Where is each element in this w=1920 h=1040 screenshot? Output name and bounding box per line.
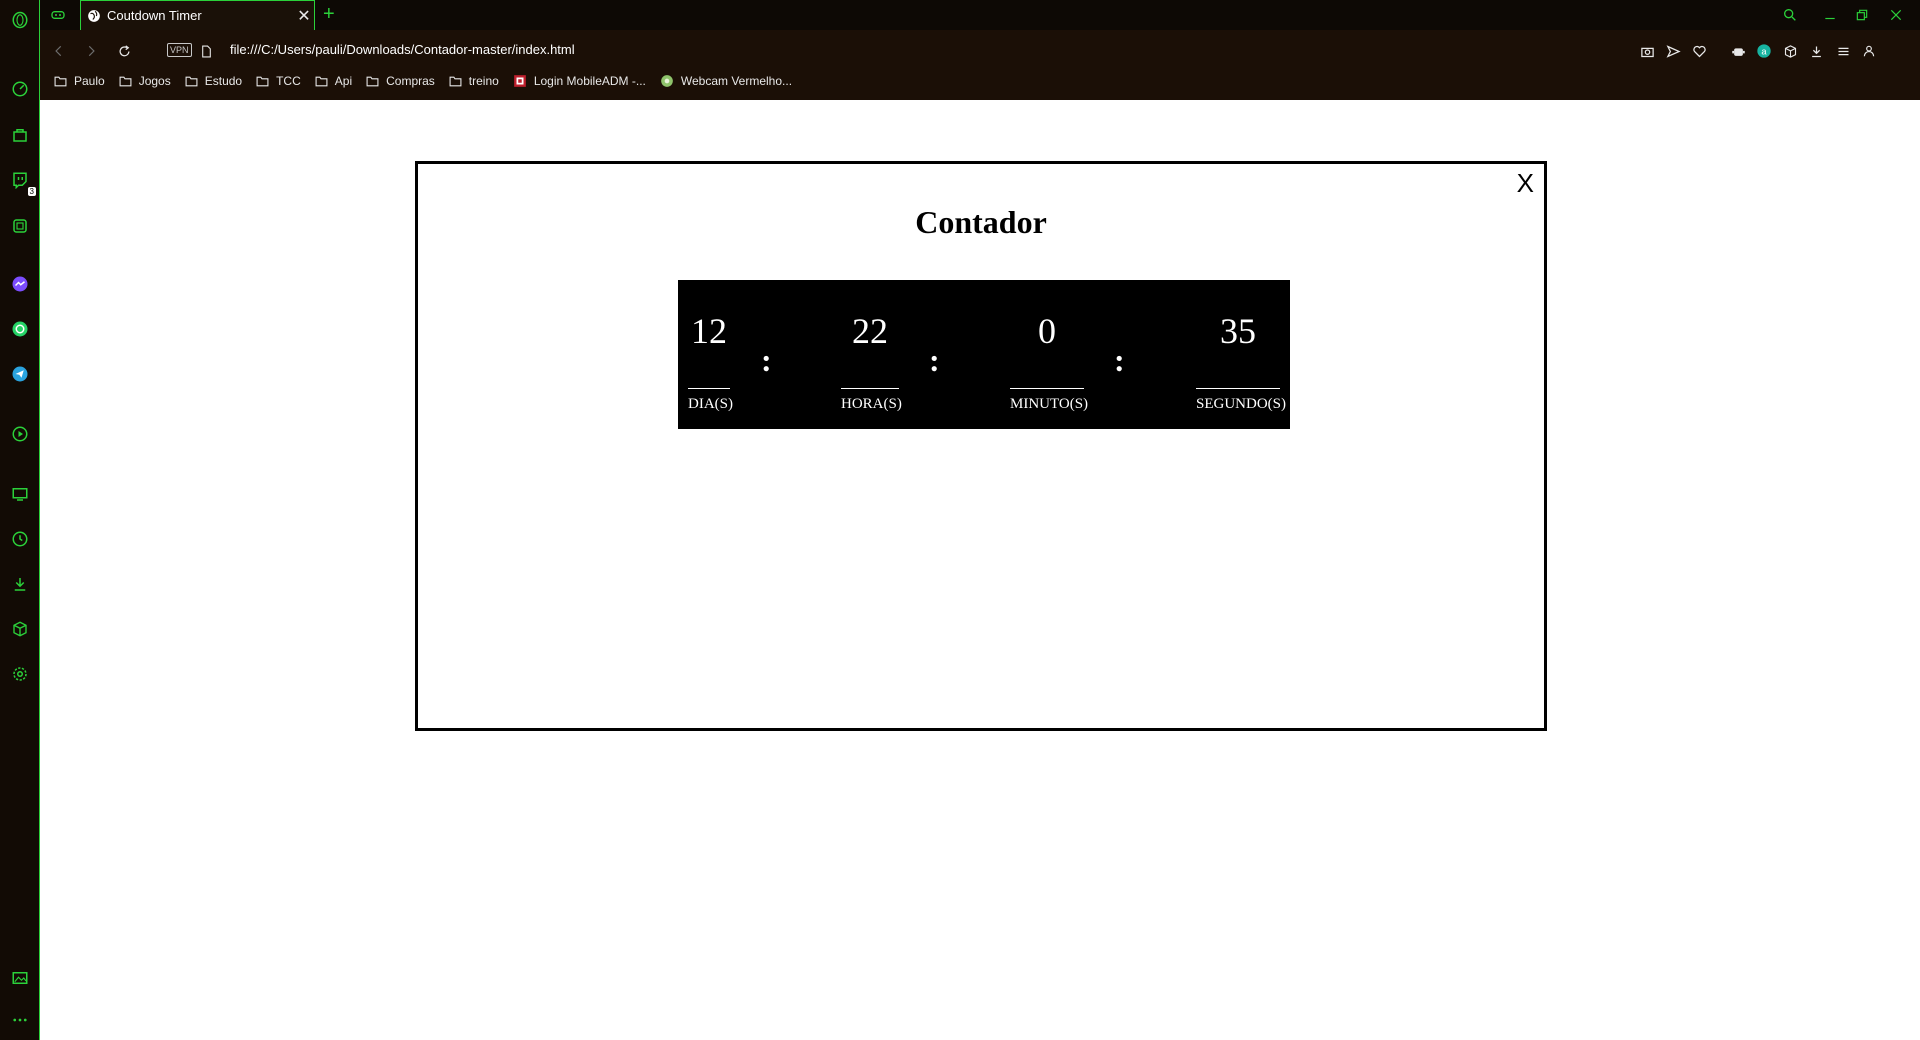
reload-button[interactable] (113, 40, 135, 62)
seconds-label: SEGUNDO(S) (1196, 396, 1286, 412)
tab-bar: Coutdown Timer ✕ + (40, 0, 1920, 30)
forward-button[interactable] (80, 40, 102, 62)
send-icon[interactable] (1662, 40, 1684, 62)
timer-separator: : (1114, 342, 1125, 378)
settings-icon[interactable] (8, 662, 32, 686)
tab-countdown-timer[interactable]: Coutdown Timer ✕ (80, 0, 315, 30)
extension-robot-icon[interactable] (1727, 40, 1749, 62)
downloads-icon[interactable] (8, 572, 32, 596)
bookmark-label: Webcam Vermelho... (680, 74, 793, 88)
bookmarks-bar: Paulo Jogos Estudo TCC Api Compras trein… (54, 74, 806, 88)
timer-hours: 22 HORA(S) (841, 280, 902, 429)
minutes-divider (1010, 388, 1084, 389)
bookmark-label: treino (468, 74, 499, 88)
timer-days: 12 DIA(S) (688, 280, 733, 429)
new-tab-button[interactable]: + (323, 3, 335, 26)
extensions-icon[interactable] (8, 617, 32, 641)
shopping-icon[interactable] (8, 123, 32, 147)
countdown-timer: 12 DIA(S) : 22 HORA(S) : 0 MINUTO(S) : 3… (678, 280, 1290, 429)
folder-icon (119, 76, 132, 86)
bookmark-label: TCC (276, 74, 301, 88)
bookmark-webcam-vermelho[interactable]: Webcam Vermelho... (660, 74, 792, 88)
tab-title: Coutdown Timer (107, 8, 202, 23)
bookmark-heart-icon[interactable] (1688, 40, 1710, 62)
bookmark-label: Paulo (74, 74, 105, 88)
bookmark-label: Compras (386, 74, 435, 88)
snapshot-icon[interactable] (1636, 40, 1658, 62)
seconds-divider (1196, 388, 1280, 389)
page-info-icon[interactable] (195, 40, 217, 62)
days-divider (688, 388, 730, 389)
downloads-toolbar-icon[interactable] (1805, 40, 1827, 62)
extensions-toolbar-icon[interactable] (1779, 40, 1801, 62)
site-favicon-icon (513, 75, 526, 87)
bookmark-compras[interactable]: Compras (366, 74, 435, 88)
seconds-value: 35 (1220, 311, 1256, 351)
folder-icon (315, 76, 328, 86)
timer-separator: : (761, 342, 772, 378)
hours-divider (841, 388, 899, 389)
crypto-wallet-icon[interactable] (8, 214, 32, 238)
workspaces-icon[interactable] (50, 7, 66, 28)
telegram-icon[interactable] (8, 362, 32, 386)
extension-a-icon[interactable]: a (1753, 40, 1775, 62)
player-icon[interactable] (8, 422, 32, 446)
bookmark-tcc[interactable]: TCC (256, 74, 301, 88)
browser-sidebar: 3 (0, 0, 40, 1040)
page-title: Contador (915, 204, 1047, 240)
account-icon[interactable] (1858, 40, 1880, 62)
folder-icon (185, 76, 198, 86)
address-toolbar: VPN file:///C:/Users/pauli/Downloads/Con… (40, 30, 1920, 100)
bookmark-jogos[interactable]: Jogos (119, 74, 171, 88)
vpn-button[interactable]: VPN (167, 43, 192, 57)
site-favicon-icon (661, 75, 673, 87)
bookmark-treino[interactable]: treino (449, 74, 499, 88)
timer-minutes: 0 MINUTO(S) (1010, 280, 1089, 429)
folder-icon (449, 76, 462, 86)
whatsapp-icon[interactable] (8, 317, 32, 341)
opera-logo-icon[interactable] (8, 8, 32, 32)
bookmark-label: Estudo (204, 74, 243, 88)
speed-dial-icon[interactable] (8, 77, 32, 101)
messenger-icon[interactable] (8, 272, 32, 296)
twitch-icon[interactable]: 3 (8, 168, 36, 196)
countdown-modal: X Contador 12 DIA(S) : 22 HORA(S) : 0 MI… (415, 161, 1547, 731)
folder-icon (256, 76, 269, 86)
svg-text:a: a (1761, 46, 1767, 56)
timer-separator: : (929, 342, 940, 378)
minimize-button[interactable] (1820, 5, 1840, 25)
close-window-button[interactable] (1886, 5, 1906, 25)
address-bar[interactable]: file:///C:/Users/pauli/Downloads/Contado… (230, 42, 575, 57)
bookmark-paulo[interactable]: Paulo (54, 74, 105, 88)
days-label: DIA(S) (688, 396, 733, 412)
days-value: 12 (691, 311, 727, 351)
sidebar-badge: 3 (27, 187, 36, 196)
tab-close-button[interactable]: ✕ (294, 6, 314, 26)
folder-icon (54, 76, 67, 86)
modal-close-button[interactable]: X (1517, 168, 1534, 199)
my-flow-icon[interactable] (8, 482, 32, 506)
restore-button[interactable] (1852, 5, 1872, 25)
history-icon[interactable] (8, 527, 32, 551)
minutes-label: MINUTO(S) (1010, 396, 1089, 412)
folder-icon (366, 76, 379, 86)
hours-label: HORA(S) (841, 396, 902, 412)
bookmark-label: Login MobileADM -... (533, 74, 646, 88)
back-button[interactable] (48, 40, 70, 62)
easy-setup-icon[interactable] (1832, 40, 1854, 62)
wallpaper-icon[interactable] (8, 966, 32, 990)
bookmark-estudo[interactable]: Estudo (185, 74, 242, 88)
bookmark-label: Api (334, 74, 353, 88)
globe-icon (88, 9, 100, 22)
more-options-icon[interactable] (8, 1008, 32, 1032)
search-tabs-icon[interactable] (1780, 5, 1800, 25)
timer-seconds: 35 SEGUNDO(S) (1196, 280, 1286, 429)
bookmark-api[interactable]: Api (315, 74, 352, 88)
minutes-value: 0 (1038, 311, 1056, 351)
bookmark-label: Jogos (138, 74, 171, 88)
hours-value: 22 (852, 311, 888, 351)
bookmark-login-mobileadm[interactable]: Login MobileADM -... (513, 74, 646, 88)
